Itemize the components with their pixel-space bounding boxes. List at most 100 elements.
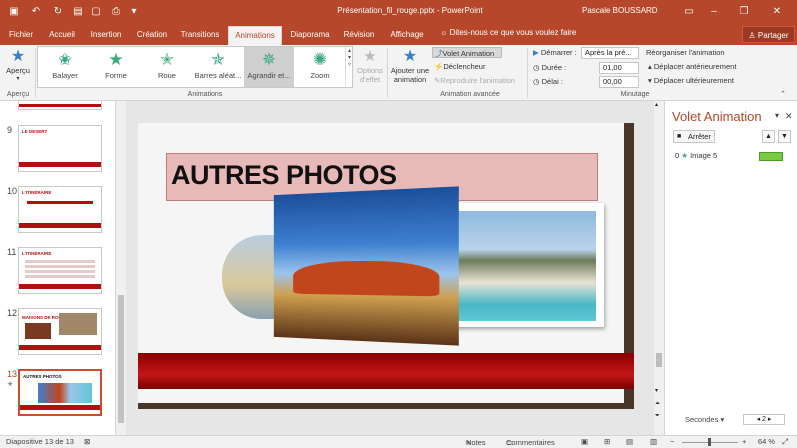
start-select[interactable]: Après la pré...	[581, 47, 639, 59]
animation-gallery: ✬ Balayer ★ Forme ✭ Roue ✯ Barres aléat... ✵…	[37, 46, 353, 88]
reading-view-icon[interactable]: ▤	[626, 437, 633, 446]
tab-revision[interactable]: Révision	[340, 26, 378, 45]
anim-balayer[interactable]: ✬ Balayer	[40, 47, 90, 87]
effect-options-button[interactable]: ★ Options d'effet	[355, 48, 385, 84]
tab-affichage[interactable]: Affichage	[386, 26, 428, 45]
slide-thumbnail-10[interactable]: L'ITINÉRAIRE	[18, 186, 102, 233]
slide-thumbnail-9[interactable]: LE DESERT	[18, 125, 102, 172]
slide-count: Diapositive 13 de 13	[6, 437, 74, 446]
slide-sorter-icon[interactable]: ⊞	[604, 437, 610, 446]
animation-list-item[interactable]: 0 ★ Image 5	[675, 151, 795, 163]
fit-to-window-icon[interactable]: ⤢	[782, 437, 788, 447]
zoom-right-icon[interactable]: ▸	[766, 416, 772, 423]
collapse-ribbon-icon[interactable]: ⌃	[780, 90, 786, 98]
copy-animation-button[interactable]: ✎Reproduire l'animation	[434, 76, 515, 85]
anim-roue[interactable]: ✭ Roue	[142, 47, 192, 87]
seconds-dropdown[interactable]: Secondes ▾	[685, 415, 724, 424]
anim-zoom[interactable]: ✺ Zoom	[295, 47, 345, 87]
redo-icon[interactable]: ↻	[50, 4, 66, 20]
gallery-scroll[interactable]: ▴ ▾ ▿	[345, 47, 353, 87]
pane-title: Volet Animation	[672, 109, 762, 124]
slide-number: 10	[7, 186, 18, 196]
slide-thumbnail-12[interactable]: MAISONS DE ROCHE	[18, 308, 102, 355]
thumb-table	[25, 260, 95, 278]
scrollbar-thumb[interactable]	[118, 295, 124, 423]
anim-star-icon: ★	[681, 151, 691, 160]
scrollbar-thumb[interactable]	[656, 353, 662, 367]
previous-slide-icon[interactable]: ⏶	[655, 401, 660, 408]
anim-label: Roue	[158, 71, 176, 80]
restore-icon[interactable]: ❐	[735, 3, 753, 21]
user-name[interactable]: Pascale BOUSSARD	[582, 6, 658, 15]
tab-accueil[interactable]: Accueil	[44, 26, 80, 45]
spellcheck-icon[interactable]: ⊠	[84, 437, 90, 446]
tell-me-box[interactable]: ☼ Dites-nous ce que vous voulez faire	[440, 28, 576, 37]
stop-button[interactable]: ■ Arrêter	[673, 130, 715, 143]
slide-13[interactable]: AUTRES PHOTOS	[138, 123, 634, 409]
zoom-star-icon: ✺	[312, 50, 328, 69]
tab-insertion[interactable]: Insertion	[86, 26, 126, 45]
tab-fichier[interactable]: Fichier	[4, 26, 38, 45]
ribbon-display-icon[interactable]: ▭	[680, 3, 698, 21]
slide-number: 12	[7, 308, 18, 318]
scroll-down-icon[interactable]: ▾	[655, 387, 658, 394]
save-icon[interactable]: ▣	[6, 4, 22, 20]
zoom-slider-thumb[interactable]	[708, 438, 711, 446]
undo-icon[interactable]: ↶	[28, 4, 44, 20]
anim-forme[interactable]: ★ Forme	[91, 47, 141, 87]
slide-number: 11	[7, 247, 17, 257]
ribbon-tabs: Fichier Accueil Insertion Création Trans…	[0, 24, 797, 45]
anim-barres[interactable]: ✯ Barres aléat...	[193, 47, 243, 87]
customize-toolbar-icon[interactable]: ▾	[126, 4, 142, 20]
tab-animations[interactable]: Animations	[228, 26, 282, 45]
delay-label: ◷ Délai :	[533, 77, 563, 86]
trigger-button[interactable]: ⚡Déclencheur	[434, 62, 485, 71]
preview-button[interactable]: ★ Aperçu ▾	[5, 48, 31, 82]
slide-thumbnail-13[interactable]: AUTRES PHOTOS	[18, 369, 102, 416]
next-slide-icon[interactable]: ⏷	[655, 413, 660, 420]
close-icon[interactable]: ✕	[768, 3, 786, 21]
zoom-out-icon[interactable]: −	[670, 437, 674, 446]
slide-scrollbar[interactable]: ▴ ▾ ⏶ ⏷	[654, 101, 664, 435]
move-up-button[interactable]: ▲	[762, 130, 775, 143]
add-animation-button[interactable]: ★ Ajouter une animation	[390, 48, 430, 84]
add-star-icon: ★	[402, 48, 418, 65]
share-label: Partager	[757, 31, 789, 40]
slide-thumbnail-11[interactable]: L'ITINÉRAIRE	[18, 247, 102, 294]
pane-options-icon[interactable]: ▾	[775, 111, 779, 120]
slide-thumbnail-partial[interactable]	[18, 101, 102, 110]
duration-input[interactable]: 01,00	[599, 62, 639, 74]
print-icon[interactable]: ⎙	[108, 4, 124, 20]
timing-bar[interactable]	[759, 152, 783, 161]
share-button[interactable]: ♙ Partager	[742, 26, 795, 43]
photo-uluru[interactable]	[273, 186, 459, 346]
thumb-diagram	[27, 201, 93, 215]
zoom-in-icon[interactable]: +	[742, 437, 746, 446]
tab-diaporama[interactable]: Diaporama	[288, 26, 332, 45]
move-earlier-button[interactable]: ▴ Déplacer antérieurement	[648, 62, 736, 71]
thumb-band	[19, 284, 101, 289]
zoom-level[interactable]: 64 %	[758, 437, 775, 446]
move-later-button[interactable]: ▾ Déplacer ultérieurement	[648, 76, 734, 85]
wheel-star-icon: ✭	[159, 50, 175, 69]
photo-beach[interactable]	[450, 211, 596, 321]
normal-view-icon[interactable]: ▣	[581, 437, 588, 446]
animation-pane-button[interactable]: ⤴Volet Animation	[432, 47, 502, 58]
anim-agrandir[interactable]: ✵ Agrandir et...	[244, 47, 294, 87]
grow-star-icon: ✵	[261, 50, 277, 69]
scroll-up-icon[interactable]: ▴	[655, 101, 658, 108]
thumbnails-scrollbar[interactable]	[116, 101, 126, 435]
slideshow-view-icon[interactable]: ▥	[650, 437, 657, 446]
tab-creation[interactable]: Création	[132, 26, 172, 45]
tab-transitions[interactable]: Transitions	[178, 26, 222, 45]
close-pane-icon[interactable]: ✕	[785, 111, 793, 122]
open-icon[interactable]: ▢	[88, 4, 104, 20]
start-slideshow-icon[interactable]: ▤	[70, 4, 86, 20]
notes-label: Notes	[466, 438, 486, 447]
minimize-icon[interactable]: –	[705, 3, 723, 21]
play-icon: ▶	[533, 48, 541, 57]
timeline-zoom[interactable]: ◂ 2 ▸	[743, 414, 785, 425]
photo-round-framed[interactable]	[222, 235, 280, 319]
delay-input[interactable]: 00,00	[599, 76, 639, 88]
move-down-button[interactable]: ▼	[778, 130, 791, 143]
